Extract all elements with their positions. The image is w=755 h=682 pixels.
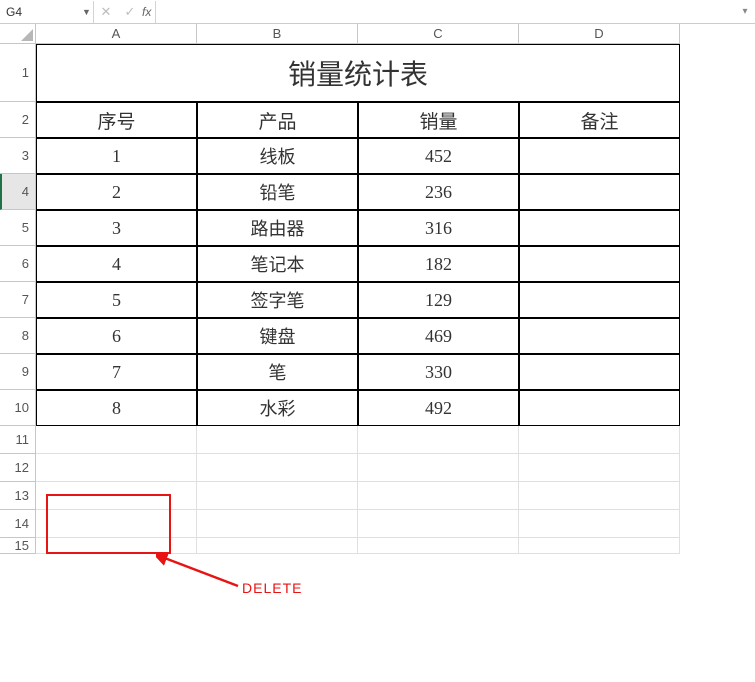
table-cell[interactable]: 330 bbox=[358, 354, 519, 390]
table-header-cell[interactable]: 备注 bbox=[519, 102, 680, 138]
empty-cell[interactable] bbox=[197, 426, 358, 454]
row-header[interactable]: 10 bbox=[0, 390, 36, 426]
table-cell[interactable]: 182 bbox=[358, 246, 519, 282]
empty-cell[interactable] bbox=[519, 482, 680, 510]
empty-cell[interactable] bbox=[519, 510, 680, 538]
table-cell[interactable] bbox=[519, 246, 680, 282]
row-header[interactable]: 5 bbox=[0, 210, 36, 246]
table-cell[interactable]: 笔记本 bbox=[197, 246, 358, 282]
column-header[interactable]: B bbox=[197, 24, 358, 44]
annotation-text: DELETE bbox=[242, 580, 302, 596]
table-cell[interactable]: 492 bbox=[358, 390, 519, 426]
empty-cell[interactable] bbox=[519, 454, 680, 482]
empty-cell[interactable] bbox=[197, 538, 358, 554]
empty-cell[interactable] bbox=[358, 538, 519, 554]
empty-cell[interactable] bbox=[36, 426, 197, 454]
annotation-arrow-icon bbox=[156, 554, 246, 594]
name-box-dropdown-icon[interactable]: ▼ bbox=[80, 1, 94, 23]
name-box[interactable] bbox=[0, 1, 80, 23]
row-header[interactable]: 8 bbox=[0, 318, 36, 354]
empty-cell[interactable] bbox=[358, 510, 519, 538]
table-cell[interactable] bbox=[519, 390, 680, 426]
row-header[interactable]: 4 bbox=[0, 174, 36, 210]
row-header[interactable]: 11 bbox=[0, 426, 36, 454]
table-cell[interactable]: 3 bbox=[36, 210, 197, 246]
table-cell[interactable]: 129 bbox=[358, 282, 519, 318]
table-cell[interactable]: 452 bbox=[358, 138, 519, 174]
table-cell[interactable]: 笔 bbox=[197, 354, 358, 390]
table-cell[interactable]: 5 bbox=[36, 282, 197, 318]
table-title[interactable]: 销量统计表 bbox=[36, 44, 680, 102]
empty-cell[interactable] bbox=[358, 482, 519, 510]
empty-cell[interactable] bbox=[197, 510, 358, 538]
empty-cell[interactable] bbox=[36, 454, 197, 482]
formula-bar: ▼ ✕ ✓ fx ▾ bbox=[0, 0, 755, 24]
row-header[interactable]: 14 bbox=[0, 510, 36, 538]
row-header[interactable]: 13 bbox=[0, 482, 36, 510]
table-cell[interactable] bbox=[519, 318, 680, 354]
table-cell[interactable]: 6 bbox=[36, 318, 197, 354]
table-cell[interactable]: 签字笔 bbox=[197, 282, 358, 318]
empty-cell[interactable] bbox=[36, 482, 197, 510]
row-header[interactable]: 15 bbox=[0, 538, 36, 554]
table-cell[interactable]: 7 bbox=[36, 354, 197, 390]
column-header[interactable]: A bbox=[36, 24, 197, 44]
table-cell[interactable] bbox=[519, 354, 680, 390]
spreadsheet-grid[interactable]: ABCD123456789101112131415销量统计表序号产品销量备注1线… bbox=[0, 24, 755, 554]
select-all-corner[interactable] bbox=[0, 24, 36, 44]
empty-cell[interactable] bbox=[519, 426, 680, 454]
row-header[interactable]: 2 bbox=[0, 102, 36, 138]
table-cell[interactable] bbox=[519, 282, 680, 318]
table-cell[interactable]: 水彩 bbox=[197, 390, 358, 426]
empty-cell[interactable] bbox=[197, 454, 358, 482]
table-cell[interactable]: 469 bbox=[358, 318, 519, 354]
table-cell[interactable]: 316 bbox=[358, 210, 519, 246]
table-cell[interactable]: 铅笔 bbox=[197, 174, 358, 210]
table-cell[interactable]: 8 bbox=[36, 390, 197, 426]
empty-cell[interactable] bbox=[519, 538, 680, 554]
table-cell[interactable] bbox=[519, 210, 680, 246]
table-cell[interactable]: 2 bbox=[36, 174, 197, 210]
expand-formula-bar-icon[interactable]: ▾ bbox=[735, 6, 755, 17]
column-header[interactable]: C bbox=[358, 24, 519, 44]
column-header[interactable]: D bbox=[519, 24, 680, 44]
table-header-cell[interactable]: 序号 bbox=[36, 102, 197, 138]
cancel-icon[interactable]: ✕ bbox=[94, 1, 118, 23]
row-header[interactable]: 6 bbox=[0, 246, 36, 282]
row-header[interactable]: 1 bbox=[0, 44, 36, 102]
formula-input[interactable] bbox=[155, 1, 735, 23]
empty-cell[interactable] bbox=[358, 454, 519, 482]
table-cell[interactable]: 键盘 bbox=[197, 318, 358, 354]
table-cell[interactable]: 236 bbox=[358, 174, 519, 210]
empty-cell[interactable] bbox=[36, 510, 197, 538]
row-header[interactable]: 12 bbox=[0, 454, 36, 482]
table-header-cell[interactable]: 销量 bbox=[358, 102, 519, 138]
table-cell[interactable]: 4 bbox=[36, 246, 197, 282]
row-header[interactable]: 7 bbox=[0, 282, 36, 318]
empty-cell[interactable] bbox=[197, 482, 358, 510]
table-header-cell[interactable]: 产品 bbox=[197, 102, 358, 138]
empty-cell[interactable] bbox=[358, 426, 519, 454]
row-header[interactable]: 9 bbox=[0, 354, 36, 390]
table-cell[interactable]: 线板 bbox=[197, 138, 358, 174]
table-cell[interactable] bbox=[519, 174, 680, 210]
table-cell[interactable]: 1 bbox=[36, 138, 197, 174]
confirm-icon[interactable]: ✓ bbox=[118, 1, 142, 23]
row-header[interactable]: 3 bbox=[0, 138, 36, 174]
table-cell[interactable] bbox=[519, 138, 680, 174]
table-cell[interactable]: 路由器 bbox=[197, 210, 358, 246]
empty-cell[interactable] bbox=[36, 538, 197, 554]
fx-icon[interactable]: fx bbox=[142, 5, 155, 19]
